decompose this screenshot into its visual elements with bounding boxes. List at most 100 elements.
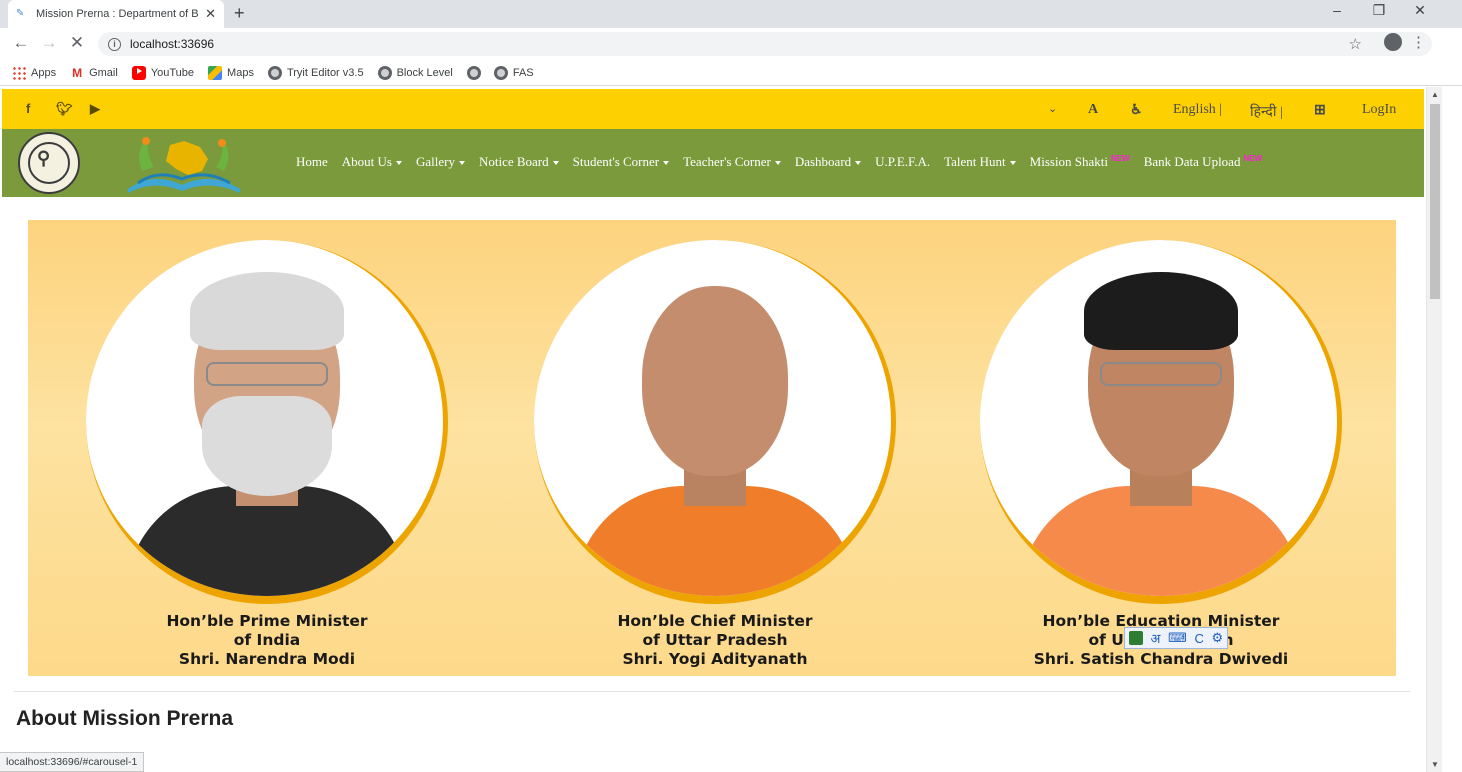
language-hindi-link[interactable]: हिन्दी |	[1250, 102, 1283, 121]
nav-dashboard[interactable]: Dashboard	[795, 154, 862, 170]
new-badge: NEW	[1243, 154, 1263, 163]
site-favicon-icon: ✎	[16, 8, 25, 19]
nav-talent-hunt[interactable]: Talent Hunt	[944, 154, 1016, 170]
caret-down-icon	[663, 161, 670, 166]
carousel-banner: Hon’ble Prime Minister of India Shri. Na…	[28, 220, 1396, 676]
login-link[interactable]: LogIn	[1362, 102, 1396, 118]
scroll-down-arrow-icon[interactable]: ▼	[1431, 760, 1439, 769]
emblem-symbol-icon: ⚲	[37, 148, 51, 168]
nav-about-us[interactable]: About Us	[342, 154, 402, 170]
hindi-input-toggle[interactable]: अ	[1150, 629, 1160, 647]
input-tools-widget[interactable]: अ ⌨ C ⚙	[1124, 627, 1228, 649]
sitemap-icon[interactable]: ⊞	[1314, 102, 1326, 119]
close-tab-icon[interactable]: ✕	[205, 6, 216, 22]
window-close-icon[interactable]: ✕	[1405, 2, 1435, 19]
bookmark-apps[interactable]: Apps	[12, 65, 56, 80]
browser-toolbar: ← → ✕ i localhost:33696 ☆ ⋮	[0, 28, 1462, 60]
portrait-frame	[86, 240, 448, 604]
page-viewport: f 🐦︎ ▶ ⌄ A ♿︎ English | हिन्दी | ⊞ LogIn…	[0, 87, 1426, 772]
section-divider	[14, 691, 1410, 692]
page-scrollbar[interactable]: ▲ ▼	[1426, 87, 1442, 772]
portrait-hair	[1084, 272, 1238, 350]
url-text: localhost:33696	[130, 37, 215, 51]
bookmark-block-level[interactable]: Block Level	[377, 65, 453, 80]
facebook-icon[interactable]: f	[26, 101, 30, 116]
browser-tab[interactable]: ✎ Mission Prerna : Department of B ✕	[8, 0, 224, 28]
bookmark-youtube[interactable]: YouTube	[131, 65, 194, 80]
nav-home[interactable]: Home	[296, 154, 328, 170]
new-tab-icon[interactable]: +	[234, 3, 245, 24]
gmail-icon: M	[72, 65, 83, 80]
tab-title: Mission Prerna : Department of B	[36, 8, 199, 20]
caret-down-icon	[855, 161, 862, 166]
up-government-emblem: ⚲	[18, 132, 80, 194]
section-heading: About Mission Prerna	[16, 707, 234, 730]
nav-mission-shakti[interactable]: Mission Shakti NEW	[1030, 154, 1130, 170]
scrollbar-thumb[interactable]	[1430, 104, 1440, 299]
bookmark-tryit[interactable]: Tryit Editor v3.5	[267, 65, 364, 80]
new-badge: NEW	[1111, 154, 1130, 163]
caret-down-icon	[774, 161, 781, 166]
stop-loading-icon[interactable]: ✕	[66, 33, 88, 53]
portrait-frame	[534, 240, 896, 604]
portrait-frame	[980, 240, 1342, 604]
minimize-icon[interactable]: –	[1322, 2, 1352, 18]
portrait-prime-minister	[86, 240, 448, 604]
maps-icon	[208, 65, 223, 80]
bookmark-maps[interactable]: Maps	[208, 65, 254, 80]
settings-gear-icon[interactable]: ⚙	[1211, 630, 1223, 646]
profile-avatar-icon[interactable]	[1384, 33, 1402, 51]
nav-students-corner[interactable]: Student's Corner	[573, 154, 670, 170]
clear-input-button[interactable]: C	[1194, 631, 1203, 646]
nav-notice-board[interactable]: Notice Board	[479, 154, 559, 170]
caption-prime-minister: Hon’ble Prime Minister of India Shri. Na…	[166, 612, 368, 668]
globe-icon	[493, 65, 508, 80]
caret-down-icon	[395, 161, 402, 166]
globe-icon	[377, 65, 392, 80]
primary-menu: Home About Us Gallery Notice Board Stude…	[296, 154, 1276, 170]
restore-icon[interactable]: ❐	[1364, 2, 1394, 19]
keyboard-icon[interactable]: ⌨	[1168, 630, 1187, 646]
chevron-down-icon[interactable]: ⌄	[1048, 102, 1057, 115]
nav-teachers-corner[interactable]: Teacher's Corner	[683, 154, 781, 170]
site-info-icon[interactable]: i	[108, 37, 121, 51]
globe-icon	[466, 65, 481, 80]
font-size-button[interactable]: A	[1088, 102, 1098, 118]
portrait-glasses	[206, 362, 328, 386]
portrait-education-minister	[980, 240, 1342, 604]
bookmark-star-icon[interactable]: ☆	[1349, 35, 1362, 53]
utility-topbar: f 🐦︎ ▶ ⌄ A ♿︎ English | हिन्दी | ⊞ LogIn	[2, 89, 1424, 129]
bookmark-gmail[interactable]: M Gmail	[70, 66, 118, 80]
globe-icon	[267, 65, 282, 80]
caret-down-icon	[1009, 161, 1016, 166]
accessibility-icon[interactable]: ♿︎	[1130, 102, 1143, 119]
portrait-face	[642, 286, 788, 476]
nav-gallery[interactable]: Gallery	[416, 154, 465, 170]
language-english-link[interactable]: English |	[1173, 102, 1222, 118]
scroll-up-arrow-icon[interactable]: ▲	[1431, 90, 1439, 99]
portrait-glasses	[1100, 362, 1222, 386]
youtube-icon	[131, 65, 146, 80]
portrait-chief-minister	[534, 240, 896, 604]
status-bar-url: localhost:33696/#carousel-1	[0, 752, 145, 772]
mission-prerna-logo	[128, 137, 240, 193]
twitter-icon[interactable]: 🐦︎	[56, 101, 73, 117]
apps-grid-icon	[12, 65, 26, 80]
nav-bank-data-upload[interactable]: Bank Data Upload NEW	[1144, 154, 1262, 170]
browser-tabstrip: ✎ Mission Prerna : Department of B ✕ + –…	[0, 0, 1462, 28]
bookmark-fas[interactable]: FAS	[493, 65, 534, 80]
browser-menu-icon[interactable]: ⋮	[1411, 33, 1426, 51]
caret-down-icon	[552, 161, 559, 166]
portrait-beard	[202, 396, 332, 496]
youtube-social-icon[interactable]: ▶	[90, 101, 100, 117]
address-bar[interactable]: i localhost:33696 ☆	[98, 32, 1432, 56]
bookmark-unnamed[interactable]	[466, 65, 486, 80]
back-icon[interactable]: ←	[10, 33, 32, 53]
main-navbar: ⚲ Home About Us Gallery Notice Board Stu…	[2, 129, 1424, 197]
input-tools-logo-icon[interactable]	[1128, 631, 1143, 645]
forward-icon[interactable]: →	[38, 33, 60, 53]
caption-chief-minister: Hon’ble Chief Minister of Uttar Pradesh …	[617, 612, 813, 668]
portrait-hair	[190, 272, 344, 350]
nav-upefa[interactable]: U.P.E.F.A.	[875, 154, 930, 170]
bookmarks-bar: Apps M Gmail YouTube Maps Tryit Editor v3…	[0, 60, 1462, 86]
